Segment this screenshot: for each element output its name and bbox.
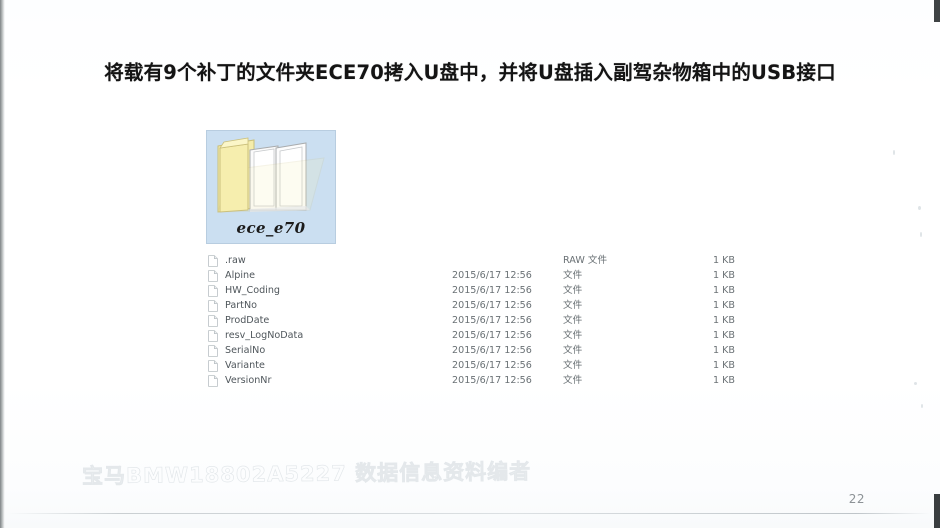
file-document-icon: [208, 375, 218, 387]
file-date: 2015/6/17 12:56: [452, 375, 532, 386]
file-row[interactable]: Variante 2015/6/17 12:56 文件 1 KB: [208, 358, 738, 373]
file-name: Alpine: [225, 270, 255, 281]
file-size: 1 KB: [712, 330, 735, 341]
file-date: 2015/6/17 12:56: [452, 360, 532, 371]
file-date: 2015/6/17 12:56: [452, 330, 532, 341]
file-name: PartNo: [225, 300, 257, 311]
file-size: 1 KB: [712, 375, 735, 386]
slide-bottom-rule: [8, 513, 930, 514]
file-row[interactable]: PartNo 2015/6/17 12:56 文件 1 KB: [208, 298, 738, 313]
file-date: 2015/6/17 12:56: [452, 315, 532, 326]
file-document-icon: [208, 255, 218, 267]
file-type: 文件: [563, 330, 583, 341]
file-type: 文件: [563, 315, 583, 326]
scan-edge-top-right: [934, 0, 940, 22]
file-row[interactable]: SerialNo 2015/6/17 12:56 文件 1 KB: [208, 343, 738, 358]
file-document-icon: [208, 315, 218, 327]
file-size: 1 KB: [712, 360, 735, 371]
page-number: 22: [848, 492, 865, 506]
file-row[interactable]: resv_LogNoData 2015/6/17 12:56 文件 1 KB: [208, 328, 738, 343]
file-name: SerialNo: [225, 345, 266, 356]
file-row[interactable]: Alpine 2015/6/17 12:56 文件 1 KB: [208, 268, 738, 283]
file-name: Variante: [225, 360, 265, 371]
scan-speck: [921, 404, 923, 408]
folder-label: ece_e70: [236, 219, 306, 237]
file-list[interactable]: .raw RAW 文件 1 KB Alpine 2015/6/17 12:56 文件 1 K…: [208, 253, 738, 388]
file-size: 1 KB: [712, 255, 735, 266]
file-name: HW_Coding: [225, 285, 280, 296]
file-date: 2015/6/17 12:56: [452, 345, 532, 356]
file-size: 1 KB: [712, 270, 735, 281]
file-type: 文件: [563, 300, 583, 311]
file-size: 1 KB: [712, 285, 735, 296]
file-document-icon: [208, 345, 218, 357]
file-type: 文件: [563, 270, 583, 281]
file-type: 文件: [563, 345, 583, 356]
file-size: 1 KB: [712, 300, 735, 311]
scan-speck: [914, 382, 917, 385]
file-date: 2015/6/17 12:56: [452, 270, 532, 281]
file-document-icon: [208, 285, 218, 297]
file-document-icon: [208, 330, 218, 342]
file-name: resv_LogNoData: [225, 330, 304, 341]
scan-speck: [918, 206, 921, 210]
file-document-icon: [208, 360, 218, 372]
open-folder-icon: [217, 137, 325, 213]
file-size: 1 KB: [712, 345, 735, 356]
file-row[interactable]: ProdDate 2015/6/17 12:56 文件 1 KB: [208, 313, 738, 328]
slide-canvas: 将载有9个补丁的文件夹ECE70拷入U盘中，并将U盘插入副驾杂物箱中的USB接口…: [0, 0, 940, 528]
file-document-icon: [208, 270, 218, 282]
file-date: 2015/6/17 12:56: [452, 300, 532, 311]
file-name: ProdDate: [225, 315, 270, 326]
file-type: 文件: [563, 375, 583, 386]
scan-edge-bottom-right: [934, 494, 940, 528]
file-type: RAW 文件: [563, 255, 608, 266]
file-row[interactable]: .raw RAW 文件 1 KB: [208, 253, 738, 268]
file-name: VersionNr: [225, 375, 272, 386]
file-row[interactable]: HW_Coding 2015/6/17 12:56 文件 1 KB: [208, 283, 738, 298]
watermark-text: 宝马BMW18802A5227 数据信息资料编者: [81, 459, 532, 489]
scan-speck: [920, 232, 922, 237]
scan-speck: [893, 150, 895, 155]
file-name: .raw: [225, 255, 246, 266]
file-date: 2015/6/17 12:56: [452, 285, 532, 296]
folder-thumbnail[interactable]: ece_e70: [206, 130, 336, 244]
file-size: 1 KB: [712, 315, 735, 326]
page-title: 将载有9个补丁的文件夹ECE70拷入U盘中，并将U盘插入副驾杂物箱中的USB接口: [104, 61, 836, 84]
file-document-icon: [208, 300, 218, 312]
file-row[interactable]: VersionNr 2015/6/17 12:56 文件 1 KB: [208, 373, 738, 388]
file-type: 文件: [563, 285, 583, 296]
file-type: 文件: [563, 360, 583, 371]
